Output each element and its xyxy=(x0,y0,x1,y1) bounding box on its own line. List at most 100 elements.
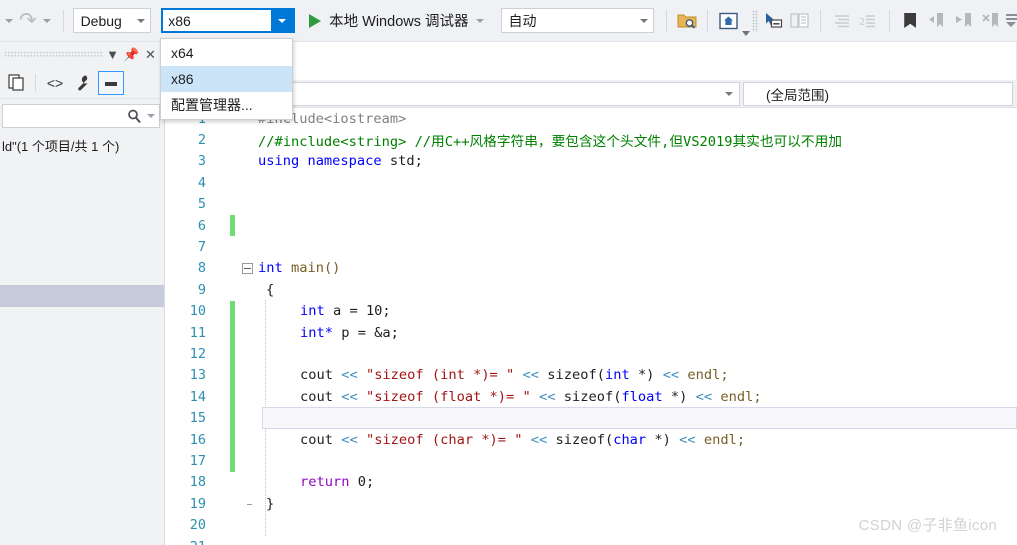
code-line-current[interactable]: 15 cout << "sizeof (double *)= " << size… xyxy=(166,407,1017,429)
platform-option-x86[interactable]: x86 xyxy=(161,66,292,92)
properties-icon[interactable] xyxy=(70,71,96,95)
home-window-icon[interactable] xyxy=(716,8,741,34)
code-line[interactable]: 11 int* p = &a; xyxy=(166,321,1017,344)
drag-handle[interactable] xyxy=(4,51,103,58)
line-number: 15 xyxy=(189,410,206,427)
code-line[interactable]: 2 //#include<string> //用C++风格字符串，要包含这个头文… xyxy=(166,129,1017,150)
code-line[interactable]: 21 xyxy=(166,536,1017,545)
solution-search-input[interactable] xyxy=(2,104,160,128)
operator-shift: << xyxy=(522,367,540,384)
navbar-scope-selector[interactable]: (全局范围) xyxy=(743,81,1013,106)
navbar-project-caret-icon[interactable] xyxy=(719,91,739,96)
undo-dropdown-caret-icon[interactable] xyxy=(5,18,13,23)
keyword-using: using xyxy=(258,153,300,170)
platform-option-x64[interactable]: x64 xyxy=(161,40,292,66)
show-all-files-icon[interactable]: <> xyxy=(42,71,68,95)
code-text-area[interactable]: 1 #include<iostream> 2 //#include<string… xyxy=(166,108,1017,545)
code-text: cout << "sizeof (int *)= " << sizeof(int… xyxy=(255,367,729,383)
code-line[interactable]: 18 return 0; xyxy=(166,472,1017,493)
toolbar-separator-5 xyxy=(888,9,890,32)
line-number: 17 xyxy=(189,452,206,469)
code-line[interactable]: 8 int main() xyxy=(166,258,1017,279)
solution-selected-row[interactable] xyxy=(0,285,164,307)
toolbar-separator-3 xyxy=(707,9,709,32)
change-marker xyxy=(230,386,235,408)
indent-icon[interactable] xyxy=(829,8,854,34)
code-line[interactable]: 1 #include<iostream> xyxy=(166,108,1017,129)
pin-icon[interactable]: 📌 xyxy=(122,47,141,63)
configuration-selector[interactable]: Debug xyxy=(72,8,152,33)
toolbar-overflow-icon[interactable] xyxy=(1006,14,1017,27)
next-bookmark-icon[interactable] xyxy=(951,8,976,34)
identifier-endl: endl; xyxy=(687,367,729,384)
code-line[interactable]: 9 { xyxy=(166,279,1017,300)
pointer-select-icon[interactable] xyxy=(761,8,786,34)
toolbar-grip-handle[interactable] xyxy=(752,9,758,32)
change-marker xyxy=(230,364,235,387)
operator-shift: << xyxy=(662,367,680,384)
code-line[interactable]: 13 cout << "sizeof (int *)= " << sizeof(… xyxy=(166,364,1017,387)
line-number: 18 xyxy=(189,474,206,491)
cpu-architecture-value: 自动 xyxy=(508,12,537,29)
line-number: 14 xyxy=(189,388,206,405)
code-line[interactable]: 7 xyxy=(166,236,1017,257)
watermark-text: CSDN @子非鱼icon xyxy=(858,517,997,534)
change-marker xyxy=(230,321,235,344)
panel-dropdown-icon[interactable]: ▼ xyxy=(103,47,122,62)
home-window-dropdown-caret-icon[interactable] xyxy=(742,31,751,36)
copy-icon[interactable] xyxy=(3,71,29,95)
code-line[interactable]: 6 xyxy=(166,214,1017,237)
change-marker xyxy=(230,214,235,237)
close-icon[interactable]: ✕ xyxy=(141,47,160,63)
start-debugging-dropdown-caret-icon[interactable] xyxy=(475,18,484,23)
code-line[interactable]: 5 xyxy=(166,194,1017,215)
platform-selector[interactable]: x86 xyxy=(161,8,296,33)
string-literal: "sizeof (char *)= " xyxy=(365,431,523,448)
line-number: 5 xyxy=(197,196,206,213)
operator-shift: << xyxy=(341,410,358,427)
code-line[interactable]: 17 xyxy=(166,450,1017,472)
cpu-architecture-dropdown-caret-icon[interactable] xyxy=(635,18,653,23)
string-literal: "sizeof (int *)= " xyxy=(365,367,515,384)
start-debugging-button[interactable]: 本地 Windows 调试器 xyxy=(309,10,488,31)
bookmark-toggle-icon[interactable] xyxy=(898,8,923,34)
code-line[interactable]: 12 xyxy=(166,343,1017,365)
configuration-dropdown-caret-icon[interactable] xyxy=(132,18,150,23)
redo-dropdown-caret-icon[interactable] xyxy=(42,18,51,23)
sizeof-call: sizeof( xyxy=(572,410,630,427)
find-in-folder-icon[interactable] xyxy=(674,8,699,34)
identifier-endl: endl; xyxy=(720,388,762,405)
platform-dropdown-menu[interactable]: x64 x86 配置管理器... xyxy=(160,38,293,120)
identifier-std: std; xyxy=(389,153,423,170)
change-marker xyxy=(230,472,235,493)
sizeof-call: sizeof( xyxy=(555,431,614,448)
preview-selected-items-icon[interactable] xyxy=(98,70,124,95)
search-dropdown-caret-icon[interactable] xyxy=(147,114,155,118)
main-toolbar: ↷ Debug x86 本地 Windows 调试器 自动 2 xyxy=(0,0,1017,42)
editor-navigation-bar: HelloWorld (全局范围) xyxy=(166,80,1017,108)
play-icon xyxy=(309,13,322,28)
line-number: 2 xyxy=(197,132,206,149)
line-number: 10 xyxy=(189,303,206,320)
code-line[interactable]: 19 } xyxy=(166,493,1017,514)
platform-dropdown-caret-icon[interactable] xyxy=(271,10,294,31)
outdent-icon[interactable]: 2 xyxy=(856,8,881,34)
statement-body: a = 10; xyxy=(332,303,391,320)
toolbar-separator xyxy=(62,9,64,32)
code-line[interactable]: 3 using namespace std; xyxy=(166,151,1017,172)
collapse-region-toggle[interactable] xyxy=(239,262,255,274)
cpu-architecture-selector[interactable]: 自动 xyxy=(500,8,654,33)
code-line[interactable]: 10 int a = 10; xyxy=(166,300,1017,322)
previous-bookmark-icon[interactable] xyxy=(925,8,950,34)
compare-files-icon[interactable] xyxy=(788,8,813,34)
platform-option-config-manager[interactable]: 配置管理器... xyxy=(161,92,292,118)
code-line[interactable]: 14 cout << "sizeof (float *)= " << sizeo… xyxy=(166,386,1017,408)
solution-explorer-header: ▼ 📌 ✕ xyxy=(0,42,164,67)
redo-arrow-icon[interactable]: ↷ xyxy=(18,10,38,31)
code-line[interactable]: 16 cout << "sizeof (char *)= " << sizeof… xyxy=(166,428,1017,451)
code-text: int a = 10; xyxy=(255,303,391,319)
clear-bookmarks-icon[interactable] xyxy=(978,8,1003,34)
code-line[interactable]: 4 xyxy=(166,172,1017,193)
code-text: using namespace std; xyxy=(255,153,423,169)
operator-shift: << xyxy=(695,388,713,405)
